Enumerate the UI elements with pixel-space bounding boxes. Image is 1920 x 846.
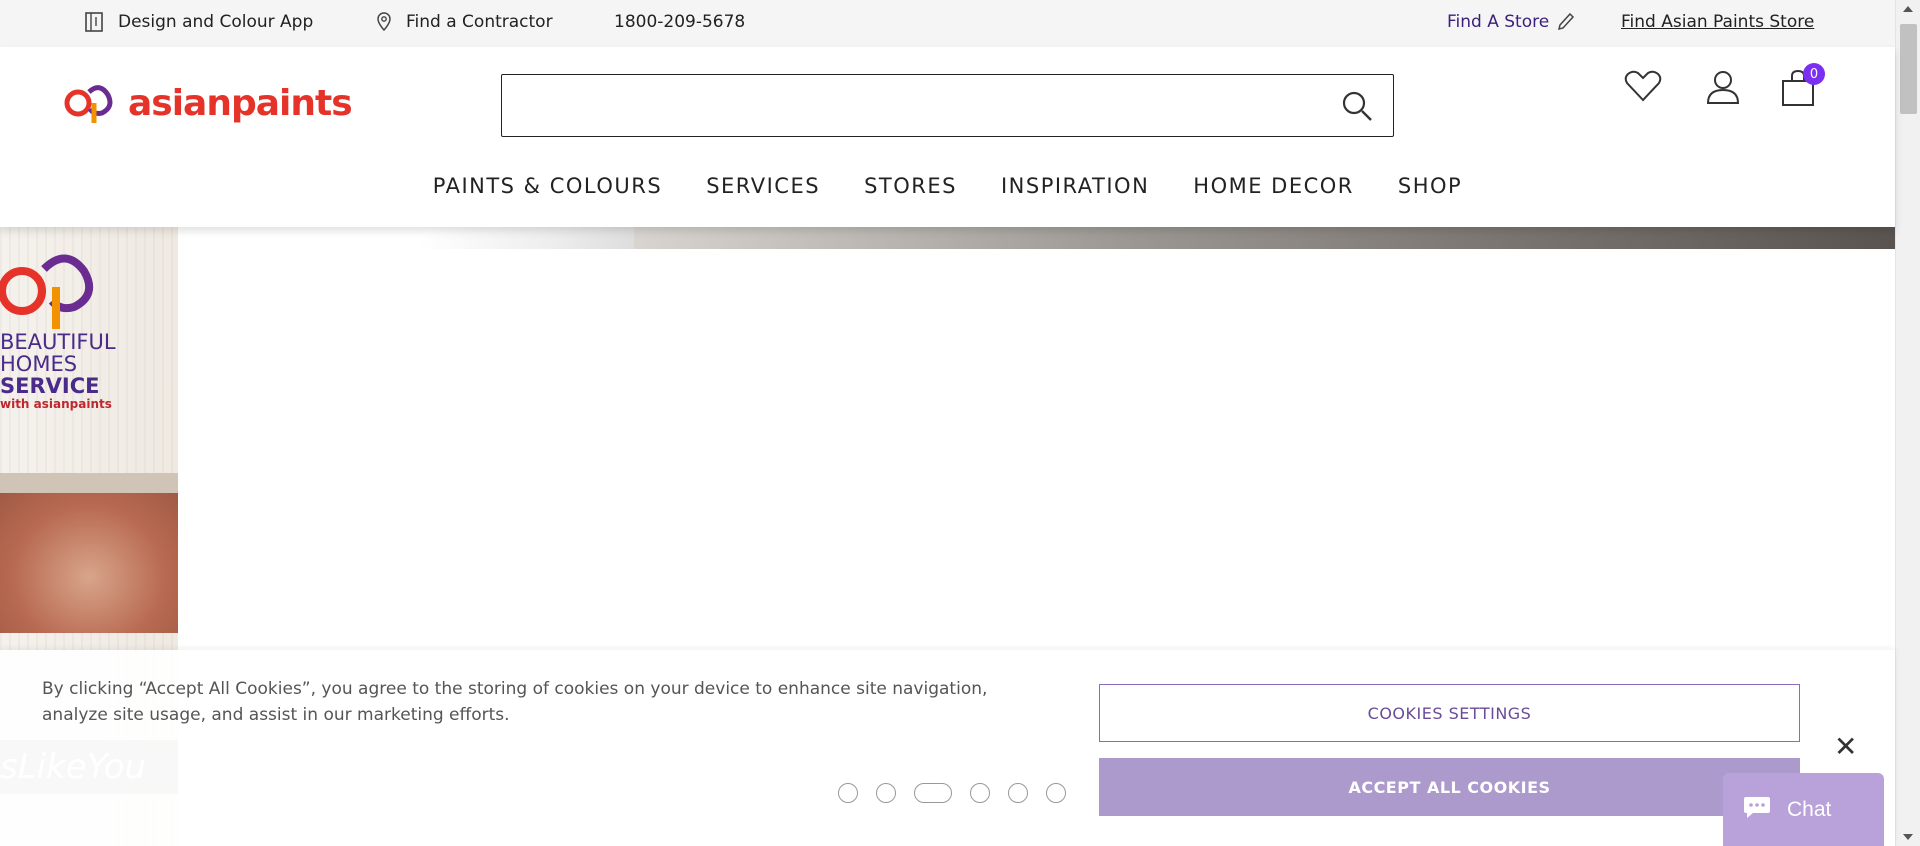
logo-text: asianpaints — [128, 83, 353, 124]
scroll-up-arrow-icon[interactable] — [1903, 6, 1913, 12]
accept-all-cookies-button[interactable]: ACCEPT ALL COOKIES — [1099, 758, 1800, 816]
scroll-down-arrow-icon[interactable] — [1903, 834, 1913, 840]
chat-label: Chat — [1787, 797, 1832, 821]
design-colour-app-link[interactable]: Design and Colour App — [84, 12, 313, 32]
brand-line-2b: SERVICE — [0, 374, 100, 398]
find-a-store-link[interactable]: Find A Store — [1447, 12, 1575, 32]
search-box[interactable] — [501, 74, 1394, 137]
ap-logo-mark-icon — [60, 77, 124, 130]
scroll-thumb[interactable] — [1900, 24, 1917, 114]
cart-count-badge: 0 — [1803, 63, 1825, 85]
carousel-dot-active[interactable] — [914, 783, 952, 803]
brand-line-2a: HOMES — [0, 352, 78, 376]
main-nav: PAINTS & COLOURS SERVICES STORES INSPIRA… — [0, 174, 1895, 198]
chat-bubble-icon — [1743, 794, 1771, 826]
nav-stores[interactable]: STORES — [842, 174, 979, 198]
close-icon[interactable]: ✕ — [1834, 730, 1857, 763]
bed-frame — [0, 473, 178, 493]
asianpaints-logo[interactable]: asianpaints — [60, 77, 353, 130]
app-icon — [84, 12, 104, 32]
phone-number[interactable]: 1800-209-5678 — [614, 12, 745, 32]
nav-home-decor[interactable]: HOME DECOR — [1171, 174, 1376, 198]
carousel-dot[interactable] — [838, 783, 858, 803]
nav-paints-colours[interactable]: PAINTS & COLOURS — [411, 174, 684, 198]
search-input[interactable] — [502, 75, 1393, 136]
hero-image-edge — [634, 227, 1895, 249]
cookie-consent-text: By clicking “Accept All Cookies”, you ag… — [42, 679, 988, 725]
pencil-icon — [1557, 12, 1575, 32]
ap-logo-mark-icon — [0, 241, 120, 336]
carousel-dot[interactable] — [1046, 783, 1066, 803]
carousel-dots — [838, 783, 1066, 803]
beautiful-homes-brand: BEAUTIFUL HOMES SERVICE with asianpaints — [0, 331, 178, 411]
nav-shop[interactable]: SHOP — [1376, 174, 1484, 198]
brand-line-2: HOMES SERVICE — [0, 353, 178, 397]
phone-number-label: 1800-209-5678 — [614, 12, 746, 32]
location-pin-icon — [376, 12, 392, 32]
nav-services[interactable]: SERVICES — [684, 174, 842, 198]
user-icon[interactable] — [1706, 69, 1740, 110]
brand-line-3: with asianpaints — [0, 397, 112, 411]
top-utility-bar: Design and Colour App Find a Contractor … — [0, 0, 1895, 47]
cookie-consent-banner: By clicking “Accept All Cookies”, you ag… — [0, 650, 1895, 846]
cart-icon[interactable]: 0 — [1781, 63, 1825, 112]
hero-image-edge-left — [420, 227, 634, 249]
nav-inspiration[interactable]: INSPIRATION — [979, 174, 1171, 198]
find-contractor-link[interactable]: Find a Contractor — [376, 12, 553, 32]
design-colour-app-label: Design and Colour App — [118, 12, 314, 32]
page-scrollbar[interactable] — [1895, 0, 1920, 846]
find-contractor-label: Find a Contractor — [406, 12, 553, 32]
find-asian-paints-store-link[interactable]: Find Asian Paints Store — [1621, 12, 1814, 32]
cookies-settings-button[interactable]: COOKIES SETTINGS — [1099, 684, 1800, 742]
find-a-store-label: Find A Store — [1447, 12, 1550, 32]
carousel-dot[interactable] — [1008, 783, 1028, 803]
search-icon[interactable] — [1341, 90, 1373, 127]
heart-icon[interactable] — [1624, 69, 1662, 108]
site-header: asianpaints 0 PAINTS & COLOURS SERVICES … — [0, 47, 1895, 227]
carousel-dot[interactable] — [876, 783, 896, 803]
find-asian-paints-store-label: Find Asian Paints Store — [1621, 12, 1815, 32]
chat-button[interactable]: Chat — [1723, 773, 1884, 846]
bed-cushion — [0, 493, 178, 633]
carousel-dot[interactable] — [970, 783, 990, 803]
brand-line-1: BEAUTIFUL — [0, 330, 116, 354]
